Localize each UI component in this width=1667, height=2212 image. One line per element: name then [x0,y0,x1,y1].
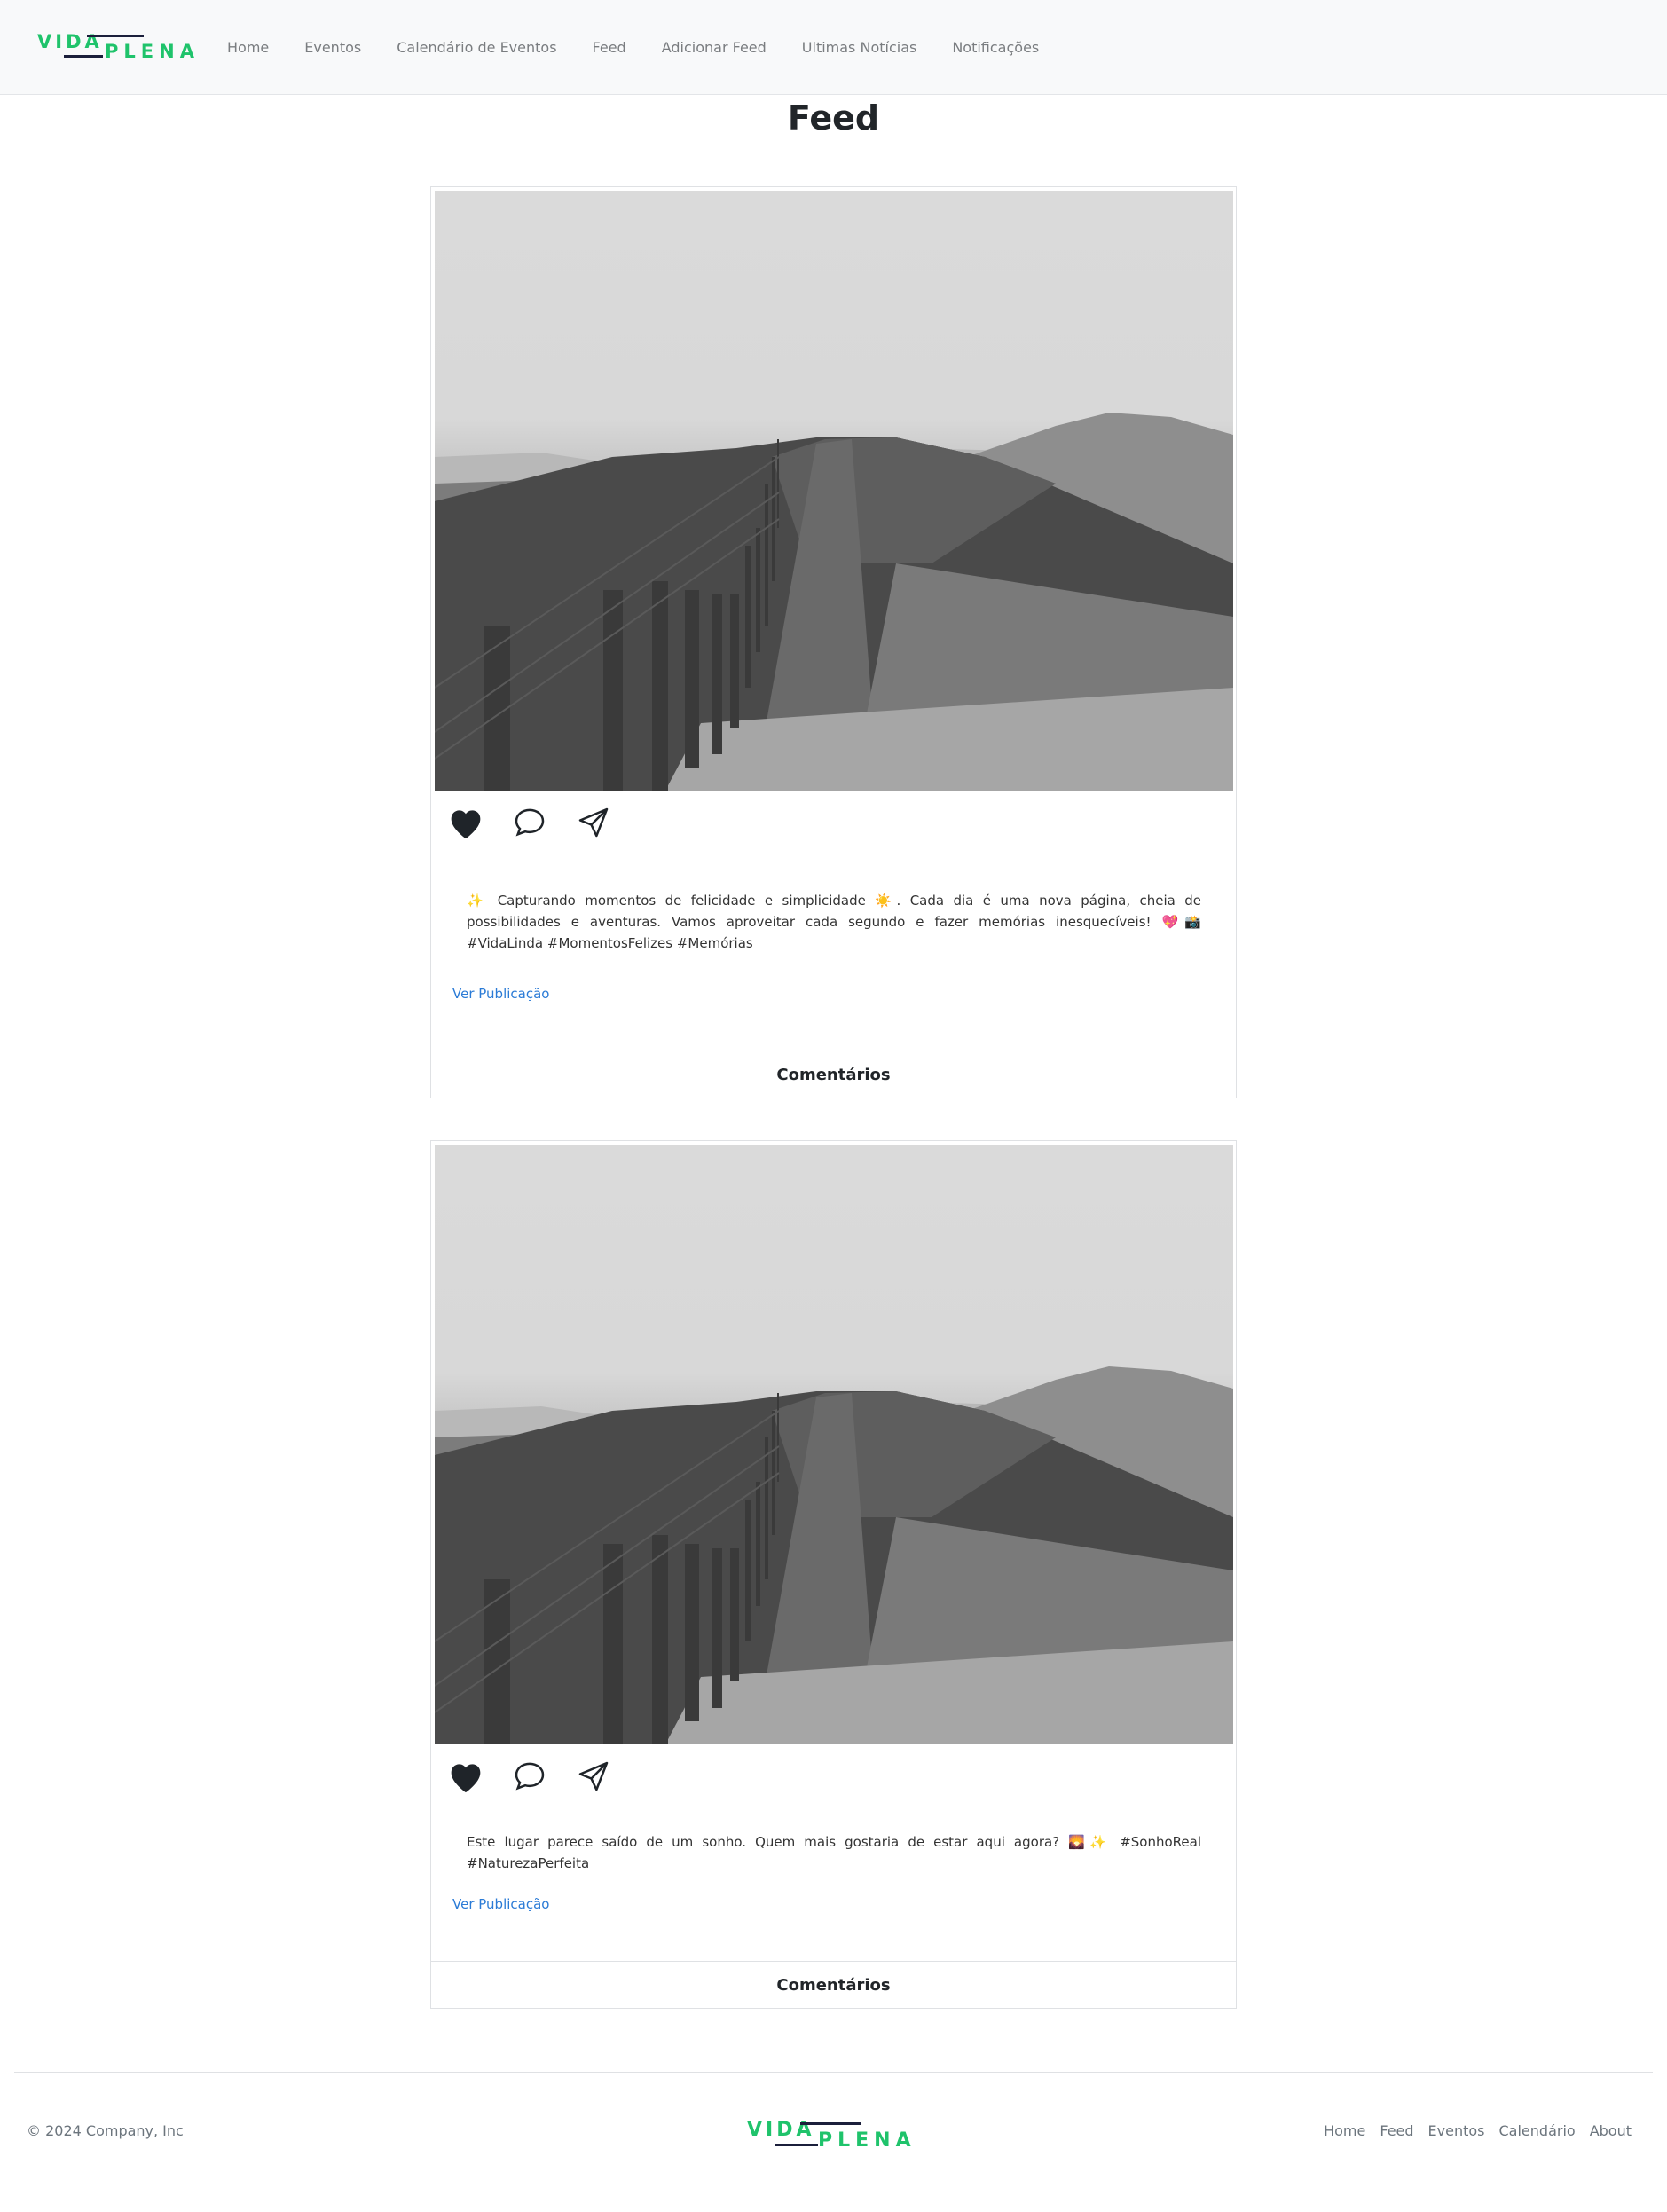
nav-ultimas-noticias[interactable]: Ultimas Notícias [784,39,935,56]
footer-link-about[interactable]: About [1583,2122,1639,2139]
vidaplena-logo[interactable]: VIDA PLENA [37,28,197,64]
page-title: Feed [787,98,880,138]
landscape-photo [435,1366,1233,1744]
send-icon[interactable] [572,1755,615,1798]
post-image[interactable] [435,1145,1233,1744]
nav-notificacoes[interactable]: Notificações [934,39,1057,56]
nav-eventos[interactable]: Eventos [287,39,379,56]
nav-home[interactable]: Home [209,39,287,56]
top-navbar: VIDA PLENA Home Eventos Calendário de Ev… [0,0,1667,95]
logo-bar-bottom [775,2144,818,2146]
post-caption: ✨ Capturando momentos de felicidade e si… [467,893,1201,951]
post-card: ✨ Capturando momentos de felicidade e si… [430,186,1237,1098]
post-actions [444,1755,615,1798]
view-post-link[interactable]: Ver Publicação [452,1896,549,1912]
comment-bubble-icon[interactable] [508,801,551,844]
footer-link-calendario[interactable]: Calendário [1492,2122,1583,2139]
heart-icon[interactable] [444,801,487,844]
post-actions [444,801,615,844]
view-post-link[interactable]: Ver Publicação [452,986,549,1002]
main-nav: Home Eventos Calendário de Eventos Feed … [209,0,1057,95]
logo-bar-top [87,35,144,37]
logo-bar-bottom [64,55,103,58]
nav-calendario-eventos[interactable]: Calendário de Eventos [379,39,574,56]
footer-copyright: © 2024 Company, Inc [27,2122,184,2139]
nav-feed[interactable]: Feed [575,39,644,56]
heart-icon[interactable] [444,1755,487,1798]
comments-section-header[interactable]: Comentários [431,1961,1236,2008]
send-icon[interactable] [572,801,615,844]
post-image[interactable] [435,191,1233,791]
footer-logo[interactable]: VIDA PLENA [747,2116,916,2152]
footer-link-home[interactable]: Home [1317,2122,1372,2139]
logo-bar-top [800,2122,861,2125]
logo-word-plena: PLENA [818,2129,916,2152]
logo-word-vida: VIDA [37,31,103,52]
post-card: Este lugar parece saído de um sonho. Que… [430,1140,1237,2009]
comments-section-header[interactable]: Comentários [431,1051,1236,1098]
footer-nav: Home Feed Eventos Calendário About [1317,2122,1639,2139]
footer-divider [14,2072,1653,2073]
landscape-photo [435,413,1233,791]
nav-adicionar-feed[interactable]: Adicionar Feed [644,39,784,56]
footer-link-feed[interactable]: Feed [1372,2122,1420,2139]
logo-word-vida: VIDA [747,2119,815,2141]
post-caption: Este lugar parece saído de um sonho. Que… [467,1834,1201,1871]
comment-bubble-icon[interactable] [508,1755,551,1798]
footer-link-eventos[interactable]: Eventos [1421,2122,1492,2139]
logo-word-plena: PLENA [105,41,197,62]
